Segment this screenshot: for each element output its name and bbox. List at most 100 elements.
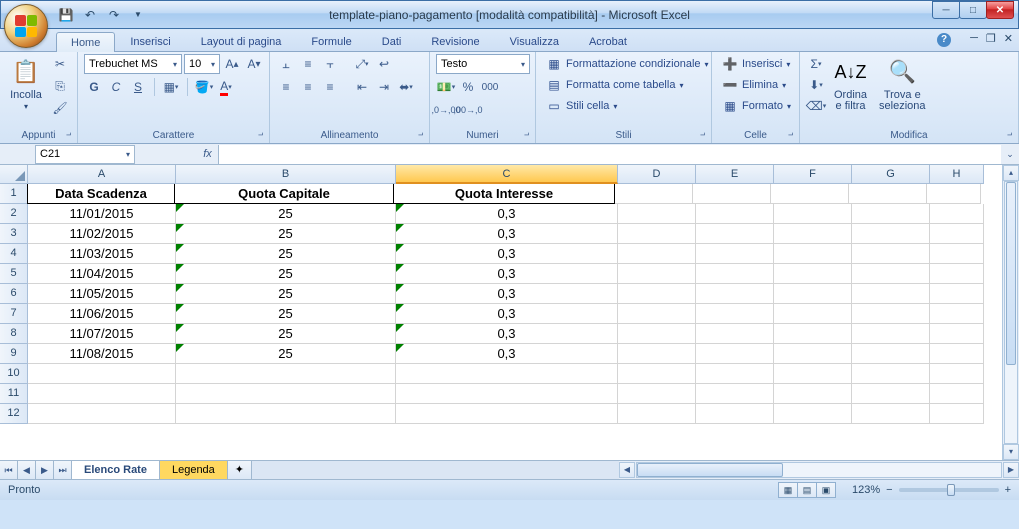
zoom-in-icon[interactable]: +: [1005, 484, 1011, 496]
fill-color-icon[interactable]: 🪣▾: [194, 77, 214, 97]
number-format-combo[interactable]: Testo▾: [436, 54, 530, 74]
cell[interactable]: [930, 404, 984, 424]
insert-cells-button[interactable]: ➕Inserisci▾: [718, 54, 794, 74]
format-cells-button[interactable]: ▦Formato▾: [718, 96, 795, 116]
cell[interactable]: [618, 204, 696, 224]
row-header[interactable]: 2: [0, 204, 28, 224]
tab-formule[interactable]: Formule: [296, 31, 366, 51]
cell[interactable]: [771, 184, 849, 204]
sheet-nav-prev-icon[interactable]: ◀: [18, 461, 36, 479]
column-header[interactable]: E: [696, 165, 774, 184]
cell[interactable]: 11/02/2015: [28, 224, 176, 244]
cell[interactable]: 11/01/2015: [28, 204, 176, 224]
row-header[interactable]: 12: [0, 404, 28, 424]
cell[interactable]: [696, 204, 774, 224]
cell[interactable]: [696, 364, 774, 384]
cell[interactable]: [618, 404, 696, 424]
cell[interactable]: [930, 224, 984, 244]
cell[interactable]: [930, 324, 984, 344]
cell[interactable]: [693, 184, 771, 204]
fx-button[interactable]: fx: [197, 145, 219, 164]
maximize-button[interactable]: □: [959, 1, 987, 19]
align-right-icon[interactable]: ≡: [320, 77, 340, 97]
cell[interactable]: [618, 244, 696, 264]
conditional-formatting-button[interactable]: ▦Formattazione condizionale▾: [542, 54, 713, 74]
cell[interactable]: [28, 384, 176, 404]
cell[interactable]: [615, 184, 693, 204]
delete-cells-button[interactable]: ➖Elimina▾: [718, 75, 790, 95]
cell[interactable]: [618, 344, 696, 364]
cell[interactable]: [774, 364, 852, 384]
find-select-button[interactable]: 🔍 Trova e seleziona: [875, 54, 929, 114]
name-box[interactable]: C21▾: [35, 145, 135, 164]
cell[interactable]: [396, 404, 618, 424]
format-painter-icon[interactable]: 🖌: [50, 98, 70, 118]
italic-button[interactable]: C: [106, 77, 126, 97]
underline-button[interactable]: S: [128, 77, 148, 97]
sort-filter-button[interactable]: A↓Z Ordina e filtra: [830, 54, 871, 114]
cell[interactable]: [930, 284, 984, 304]
align-bottom-icon[interactable]: ⫟: [320, 54, 340, 74]
cell[interactable]: [852, 344, 930, 364]
cell[interactable]: 25: [176, 304, 396, 324]
cell[interactable]: 25: [176, 224, 396, 244]
tab-acrobat[interactable]: Acrobat: [574, 31, 642, 51]
cell[interactable]: 25: [176, 344, 396, 364]
indent-decrease-icon[interactable]: ⇤: [352, 77, 372, 97]
cell[interactable]: [774, 284, 852, 304]
grow-font-icon[interactable]: A▴: [222, 54, 242, 74]
cell[interactable]: [852, 384, 930, 404]
cell[interactable]: 25: [176, 244, 396, 264]
view-normal-icon[interactable]: ▦: [778, 482, 798, 498]
cell[interactable]: [618, 304, 696, 324]
cell[interactable]: [696, 244, 774, 264]
wb-minimize-icon[interactable]: ─: [970, 32, 978, 45]
font-size-combo[interactable]: 10▾: [184, 54, 220, 74]
cell[interactable]: 11/03/2015: [28, 244, 176, 264]
zoom-out-icon[interactable]: −: [886, 484, 892, 496]
sheet-nav-first-icon[interactable]: ⏮: [0, 461, 18, 479]
cell[interactable]: [28, 364, 176, 384]
cell[interactable]: 11/05/2015: [28, 284, 176, 304]
row-header[interactable]: 3: [0, 224, 28, 244]
cell[interactable]: [927, 184, 981, 204]
sheet-tab-legenda[interactable]: Legenda: [160, 461, 228, 479]
format-as-table-button[interactable]: ▤Formatta come tabella▾: [542, 75, 687, 95]
thousands-icon[interactable]: 000: [480, 77, 500, 97]
view-page-break-icon[interactable]: ▣: [816, 482, 836, 498]
cell[interactable]: 11/07/2015: [28, 324, 176, 344]
cell[interactable]: [696, 304, 774, 324]
cell[interactable]: 11/04/2015: [28, 264, 176, 284]
column-header[interactable]: F: [774, 165, 852, 184]
cell[interactable]: [696, 324, 774, 344]
tab-dati[interactable]: Dati: [367, 31, 417, 51]
save-icon[interactable]: 💾: [57, 6, 75, 24]
cell[interactable]: [396, 384, 618, 404]
column-header[interactable]: C: [396, 165, 618, 184]
shrink-font-icon[interactable]: A▾: [244, 54, 264, 74]
cell[interactable]: 0,3: [396, 224, 618, 244]
cell[interactable]: [852, 364, 930, 384]
row-header[interactable]: 9: [0, 344, 28, 364]
cell[interactable]: [852, 204, 930, 224]
cell[interactable]: [696, 344, 774, 364]
cell[interactable]: [618, 264, 696, 284]
help-icon[interactable]: ?: [937, 33, 951, 47]
cell[interactable]: 25: [176, 204, 396, 224]
vertical-scrollbar[interactable]: ▴ ▾: [1002, 165, 1019, 460]
cell[interactable]: [696, 284, 774, 304]
cell[interactable]: Quota Capitale: [174, 184, 394, 204]
cell[interactable]: [849, 184, 927, 204]
copy-icon[interactable]: ⎘: [50, 76, 70, 96]
column-header[interactable]: A: [28, 165, 176, 184]
cell[interactable]: [696, 404, 774, 424]
cell[interactable]: [774, 344, 852, 364]
zoom-slider[interactable]: [899, 488, 999, 492]
font-combo[interactable]: Trebuchet MS▾: [84, 54, 182, 74]
cell[interactable]: [930, 364, 984, 384]
cell[interactable]: 11/08/2015: [28, 344, 176, 364]
cell[interactable]: [930, 204, 984, 224]
row-header[interactable]: 5: [0, 264, 28, 284]
paste-button[interactable]: 📋 Incolla▾: [6, 54, 46, 114]
cell[interactable]: 25: [176, 264, 396, 284]
